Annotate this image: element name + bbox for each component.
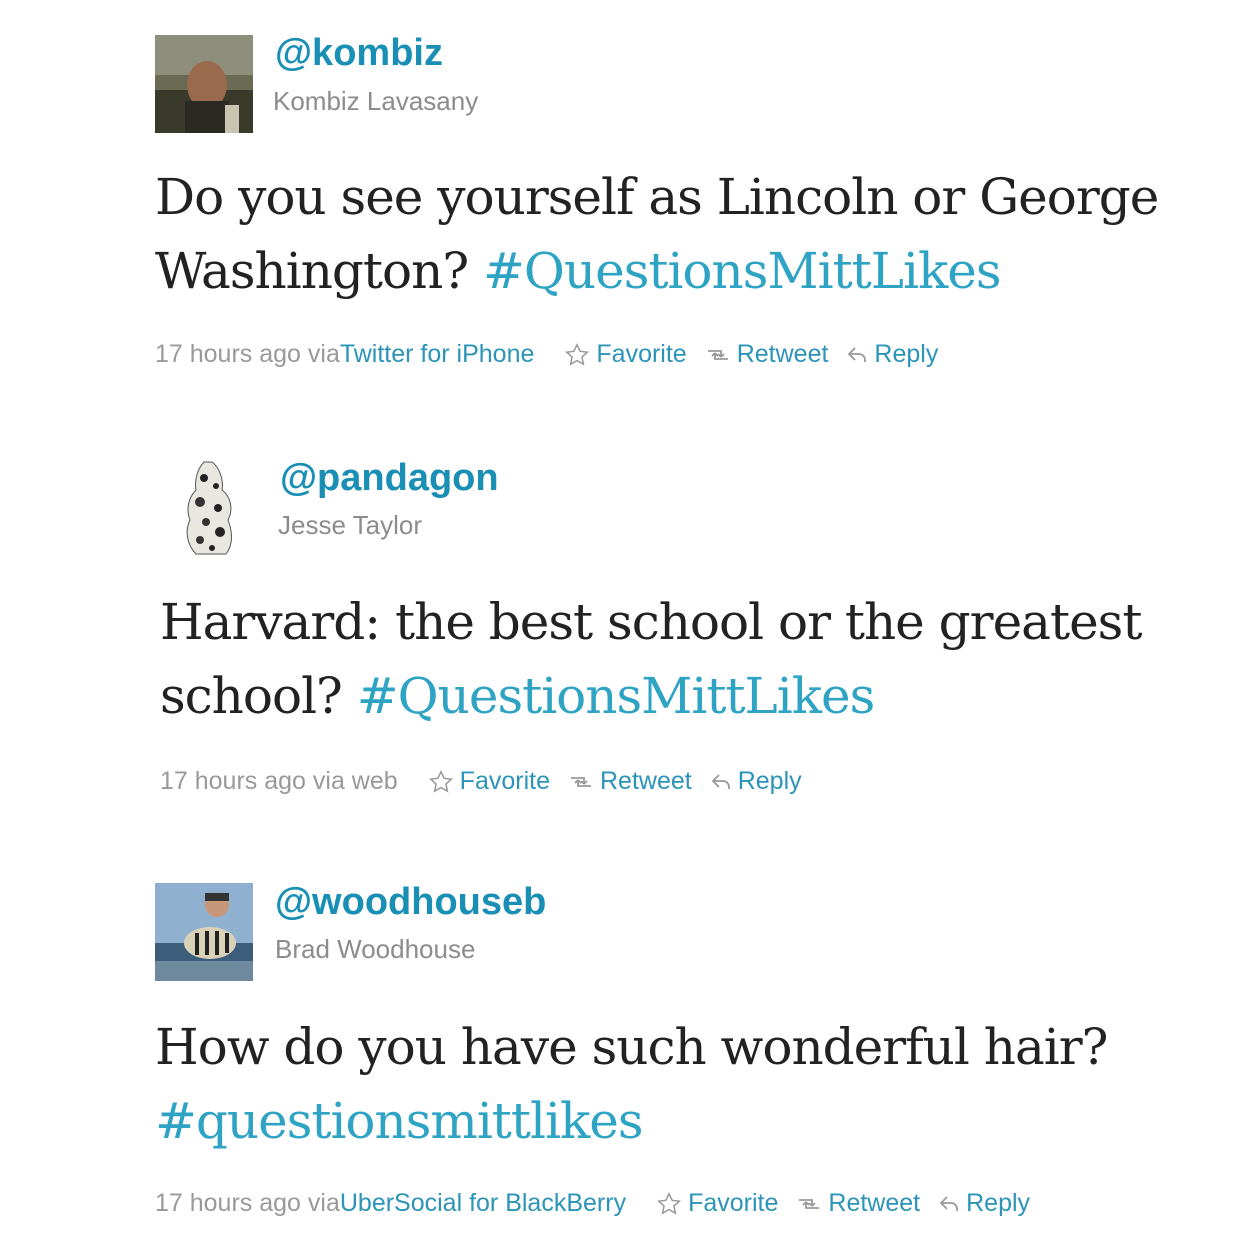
retweet-button[interactable]: Retweet [568,767,692,796]
reply-button[interactable]: Reply [846,340,938,369]
retweet-label: Retweet [736,340,829,368]
reply-label: Reply [737,767,802,795]
tweet-text: How do you have such wonderful hair? #qu… [155,1010,1108,1158]
tweet-actions: Favorite Retweet Reply [564,340,956,369]
tweet-timestamp[interactable]: 17 hours ago via [155,340,340,369]
retweet-button[interactable]: Retweet [705,340,829,369]
hashtag-link[interactable]: #QuestionsMittLikes [483,242,1001,300]
via-app-link[interactable]: UberSocial for BlackBerry [340,1189,626,1218]
favorite-label: Favorite [459,767,550,795]
reply-button[interactable]: Reply [710,767,802,796]
tweet-text-line2: Washington? [155,242,484,300]
reply-label: Reply [874,340,939,368]
tweet-author-name: Jesse Taylor [278,510,423,540]
tweet-handle[interactable]: @kombiz [275,32,443,75]
favorite-label: Favorite [688,1189,779,1217]
tweet-timestamp[interactable]: 17 hours ago via [155,1189,340,1218]
retweet-button[interactable]: Retweet [796,1189,920,1218]
reply-button[interactable]: Reply [938,1189,1030,1218]
favorite-button[interactable]: Favorite [428,767,550,796]
tweet-actions: Favorite Retweet Reply [656,1189,1048,1218]
tweet-author-name: Kombiz Lavasany [273,86,479,116]
favorite-label: Favorite [596,340,687,368]
tweet-meta: 17 hours ago via web Favorite Retweet Re… [160,767,820,796]
avatar-photo [155,35,253,133]
avatar-sculpture [160,458,260,558]
tweet-handle[interactable]: @pandagon [280,457,499,500]
tweet-actions: Favorite Retweet Reply [428,767,820,796]
reply-icon [848,346,867,362]
retweet-icon [570,776,591,787]
via-app-link[interactable]: Twitter for iPhone [340,340,535,369]
tweet-text-line1: Harvard: the best school or the greatest [160,593,1142,651]
avatar[interactable] [155,883,253,981]
avatar[interactable] [160,458,260,558]
hashtag-link[interactable]: #QuestionsMittLikes [357,667,875,725]
tweet-text: Harvard: the best school or the greatest… [160,585,1142,733]
star-icon [428,769,453,793]
tweet-handle[interactable]: @woodhouseb [275,881,546,924]
retweet-label: Retweet [599,767,692,795]
tweet-author-name: Brad Woodhouse [275,934,476,964]
tweet-text-line1: How do you have such wonderful hair? [155,1018,1108,1076]
tweet-meta: 17 hours ago via Twitter for iPhone Favo… [155,340,956,369]
hashtag-link[interactable]: #questionsmittlikes [155,1092,644,1150]
retweet-label: Retweet [828,1189,921,1217]
avatar[interactable] [155,35,253,133]
tweet-meta: 17 hours ago via UberSocial for BlackBer… [155,1189,1048,1218]
tweet-text-line2: school? [160,667,357,725]
star-icon [657,1191,682,1215]
reply-label: Reply [966,1189,1031,1217]
reply-icon [711,773,730,789]
avatar-photo [155,883,253,981]
reply-icon [939,1195,959,1211]
favorite-button[interactable]: Favorite [656,1189,778,1218]
tweet-text: Do you see yourself as Lincoln or George… [155,160,1159,308]
favorite-button[interactable]: Favorite [564,340,687,369]
tweet-timestamp[interactable]: 17 hours ago via web [160,767,398,796]
retweet-icon [799,1198,820,1209]
retweet-icon [707,349,728,360]
star-icon [565,342,590,366]
tweet-text-line1: Do you see yourself as Lincoln or George [155,168,1159,226]
